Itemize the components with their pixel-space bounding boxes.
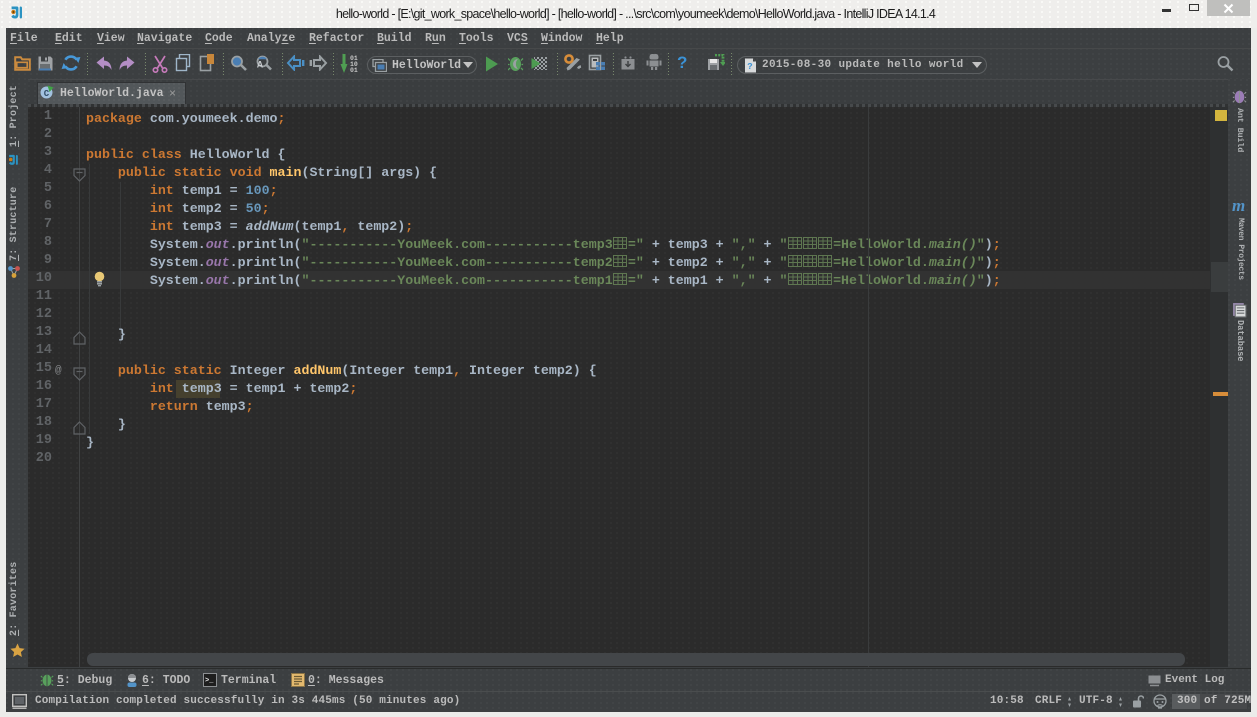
svg-text:C: C bbox=[44, 89, 50, 99]
svg-text:01: 01 bbox=[350, 67, 358, 74]
svg-text:?: ? bbox=[747, 62, 752, 72]
svg-text:A: A bbox=[257, 60, 264, 70]
svg-text:>_: >_ bbox=[205, 677, 214, 685]
